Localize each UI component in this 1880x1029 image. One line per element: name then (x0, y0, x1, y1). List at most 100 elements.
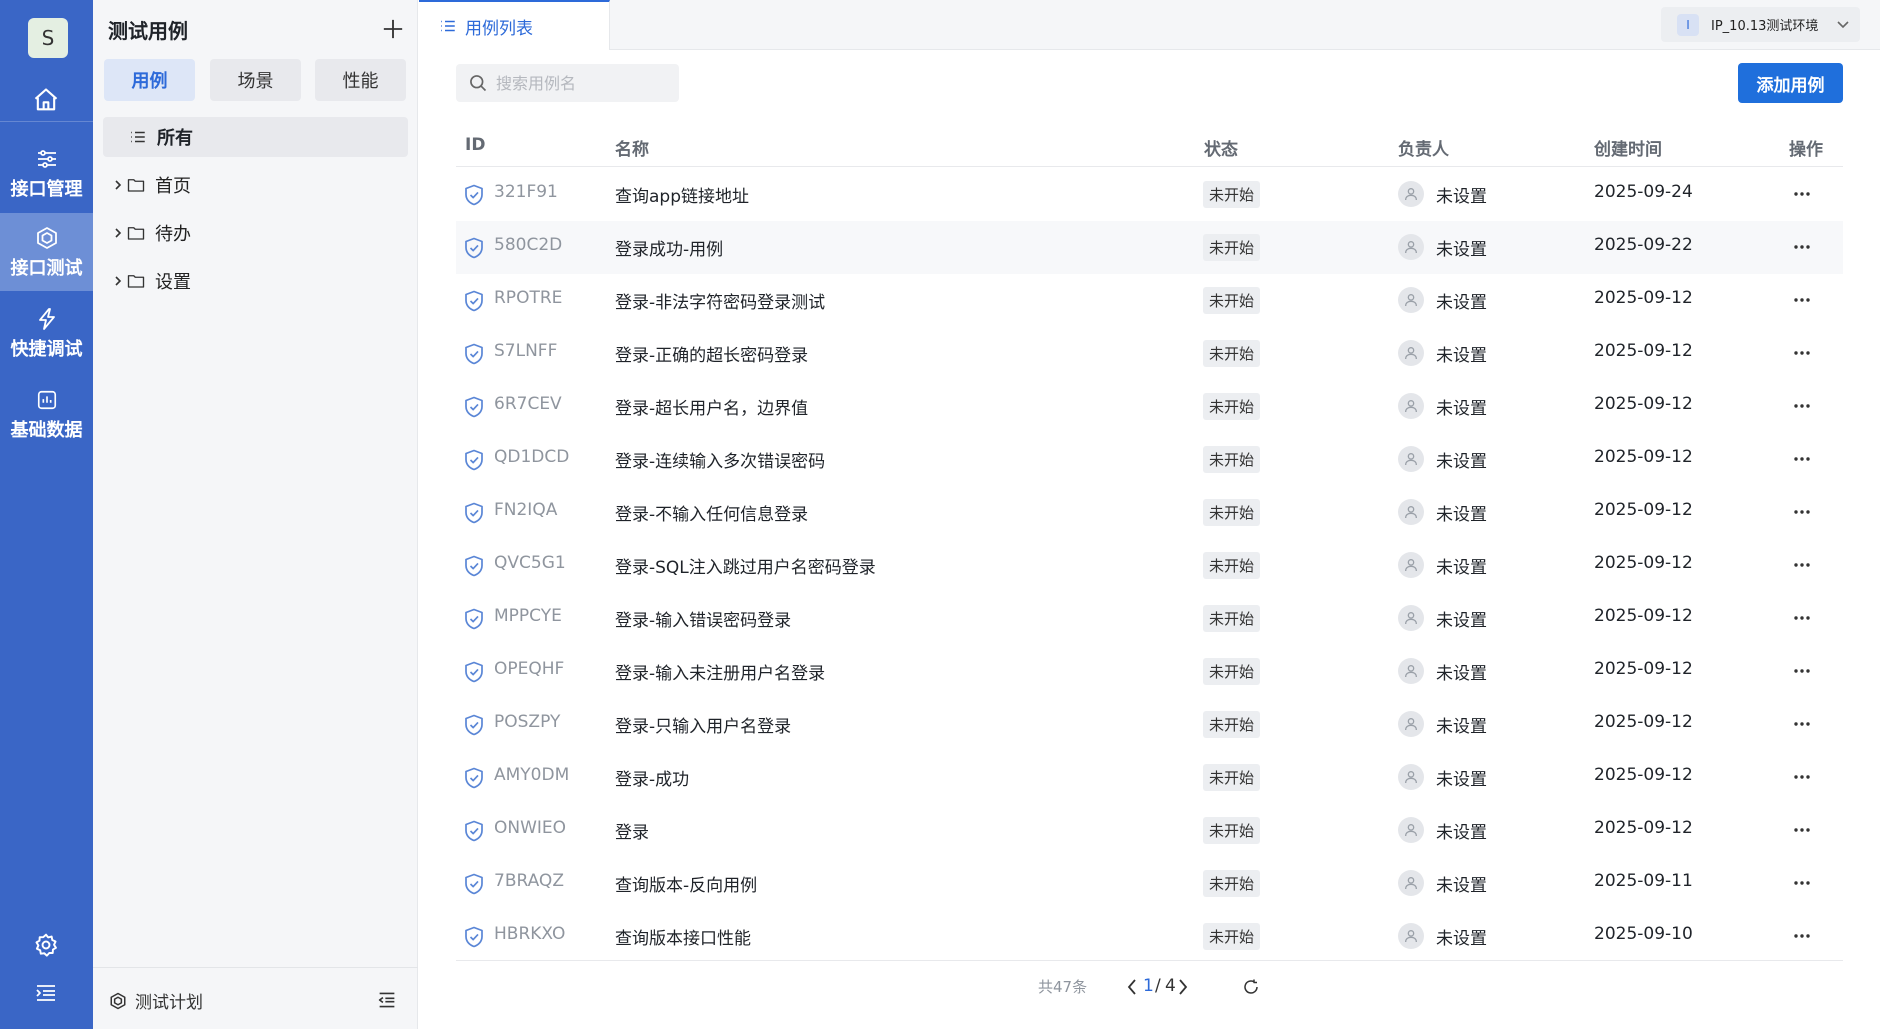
case-name[interactable]: 登录-只输入用户名登录 (615, 712, 791, 737)
status-badge[interactable]: 未开始 (1203, 711, 1261, 738)
owner-cell[interactable]: 未设置 (1398, 552, 1487, 578)
owner-cell[interactable]: 未设置 (1398, 393, 1487, 419)
case-name[interactable]: 登录 (615, 818, 649, 843)
table-row[interactable]: AMY0DM 登录-成功 未开始 未设置 2025-09-12 (456, 751, 1843, 804)
more-actions-icon[interactable] (1789, 235, 1815, 259)
more-actions-icon[interactable] (1789, 394, 1815, 418)
case-name[interactable]: 登录-连续输入多次错误密码 (615, 447, 825, 472)
more-actions-icon[interactable] (1789, 924, 1815, 948)
col-header-owner[interactable]: 负责人 (1398, 135, 1449, 160)
rail-item-api-management[interactable]: 接口管理 (0, 134, 93, 212)
case-id[interactable]: QVC5G1 (494, 553, 566, 573)
more-actions-icon[interactable] (1789, 871, 1815, 895)
status-badge[interactable]: 未开始 (1203, 658, 1261, 685)
status-badge[interactable]: 未开始 (1203, 181, 1261, 208)
status-badge[interactable]: 未开始 (1203, 499, 1261, 526)
col-header-created[interactable]: 创建时间 (1594, 135, 1662, 160)
more-actions-icon[interactable] (1789, 288, 1815, 312)
status-badge[interactable]: 未开始 (1203, 287, 1261, 314)
case-name[interactable]: 登录-不输入任何信息登录 (615, 500, 808, 525)
status-badge[interactable]: 未开始 (1203, 234, 1261, 261)
more-actions-icon[interactable] (1789, 765, 1815, 789)
rail-item-quick-debug[interactable]: 快捷调试 (0, 294, 93, 372)
tree-item-all[interactable]: 所有 (103, 117, 408, 157)
rail-item-api-testing[interactable]: 接口测试 (0, 213, 93, 291)
owner-cell[interactable]: 未设置 (1398, 658, 1487, 684)
status-badge[interactable]: 未开始 (1203, 340, 1261, 367)
case-name[interactable]: 查询app链接地址 (615, 182, 749, 207)
more-actions-icon[interactable] (1789, 818, 1815, 842)
owner-cell[interactable]: 未设置 (1398, 923, 1487, 949)
segment-scenario[interactable]: 场景 (210, 59, 301, 101)
case-id[interactable]: MPPCYE (494, 606, 562, 626)
chevron-right-icon[interactable] (1177, 976, 1191, 998)
add-case-button[interactable]: 添加用例 (1738, 63, 1843, 103)
test-plan-link[interactable]: 测试计划 (109, 988, 203, 1013)
table-row[interactable]: MPPCYE 登录-输入错误密码登录 未开始 未设置 2025-09-12 (456, 592, 1843, 645)
case-name[interactable]: 查询版本-反向用例 (615, 871, 757, 896)
more-actions-icon[interactable] (1789, 553, 1815, 577)
case-id[interactable]: HBRKXO (494, 924, 565, 944)
status-badge[interactable]: 未开始 (1203, 870, 1261, 897)
chevron-left-icon[interactable] (1126, 976, 1140, 998)
table-row[interactable]: POSZPY 登录-只输入用户名登录 未开始 未设置 2025-09-12 (456, 698, 1843, 751)
table-row[interactable]: FN2IQA 登录-不输入任何信息登录 未开始 未设置 2025-09-12 (456, 486, 1843, 539)
menu-toggle-icon[interactable] (31, 978, 61, 1008)
status-badge[interactable]: 未开始 (1203, 817, 1261, 844)
case-name[interactable]: 登录-超长用户名，边界值 (615, 394, 808, 419)
case-name[interactable]: 登录成功-用例 (615, 235, 723, 260)
search-input[interactable] (496, 73, 666, 93)
tab-case-list[interactable]: 用例列表 (419, 0, 610, 50)
table-row[interactable]: QVC5G1 登录-SQL注入跳过用户名密码登录 未开始 未设置 2025-09… (456, 539, 1843, 592)
segment-case[interactable]: 用例 (104, 59, 195, 101)
case-id[interactable]: 321F91 (494, 182, 558, 202)
chevron-right-icon[interactable] (111, 275, 125, 287)
chevron-right-icon[interactable] (111, 227, 125, 239)
case-name[interactable]: 登录-正确的超长密码登录 (615, 341, 808, 366)
table-row[interactable]: S7LNFF 登录-正确的超长密码登录 未开始 未设置 2025-09-12 (456, 327, 1843, 380)
col-header-name[interactable]: 名称 (615, 135, 649, 160)
table-row[interactable]: HBRKXO 查询版本接口性能 未开始 未设置 2025-09-10 (456, 910, 1843, 963)
more-actions-icon[interactable] (1789, 182, 1815, 206)
tree-node-home[interactable]: 首页 (111, 170, 191, 200)
more-actions-icon[interactable] (1789, 341, 1815, 365)
owner-cell[interactable]: 未设置 (1398, 870, 1487, 896)
owner-cell[interactable]: 未设置 (1398, 817, 1487, 843)
owner-cell[interactable]: 未设置 (1398, 287, 1487, 313)
current-page[interactable]: 1 (1143, 976, 1154, 996)
owner-cell[interactable]: 未设置 (1398, 181, 1487, 207)
status-badge[interactable]: 未开始 (1203, 552, 1261, 579)
case-name[interactable]: 登录-输入未注册用户名登录 (615, 659, 825, 684)
owner-cell[interactable]: 未设置 (1398, 764, 1487, 790)
table-row[interactable]: RPOTRE 登录-非法字符密码登录测试 未开始 未设置 2025-09-12 (456, 274, 1843, 327)
status-badge[interactable]: 未开始 (1203, 923, 1261, 950)
status-badge[interactable]: 未开始 (1203, 605, 1261, 632)
table-row[interactable]: 7BRAQZ 查询版本-反向用例 未开始 未设置 2025-09-11 (456, 857, 1843, 910)
case-id[interactable]: OPEQHF (494, 659, 564, 679)
table-row[interactable]: 321F91 查询app链接地址 未开始 未设置 2025-09-24 (456, 168, 1843, 221)
owner-cell[interactable]: 未设置 (1398, 446, 1487, 472)
case-id[interactable]: S7LNFF (494, 341, 557, 361)
owner-cell[interactable]: 未设置 (1398, 605, 1487, 631)
case-name[interactable]: 登录-成功 (615, 765, 689, 790)
case-id[interactable]: FN2IQA (494, 500, 557, 520)
settings-gear-icon[interactable] (31, 930, 61, 960)
more-actions-icon[interactable] (1789, 712, 1815, 736)
more-actions-icon[interactable] (1789, 500, 1815, 524)
case-name[interactable]: 登录-SQL注入跳过用户名密码登录 (615, 553, 876, 578)
case-id[interactable]: RPOTRE (494, 288, 562, 308)
table-row[interactable]: ONWIEO 登录 未开始 未设置 2025-09-12 (456, 804, 1843, 857)
segment-performance[interactable]: 性能 (315, 59, 406, 101)
add-plus-icon[interactable] (380, 16, 406, 42)
refresh-icon[interactable] (1240, 976, 1262, 998)
col-header-status[interactable]: 状态 (1204, 135, 1238, 160)
col-header-id[interactable]: ID (465, 135, 485, 155)
case-name[interactable]: 查询版本接口性能 (615, 924, 751, 949)
owner-cell[interactable]: 未设置 (1398, 499, 1487, 525)
environment-selector[interactable]: I IP_10.13测试环境 (1661, 7, 1860, 42)
status-badge[interactable]: 未开始 (1203, 393, 1261, 420)
tree-node-settings[interactable]: 设置 (111, 266, 191, 296)
owner-cell[interactable]: 未设置 (1398, 711, 1487, 737)
search-box[interactable] (456, 64, 679, 102)
status-badge[interactable]: 未开始 (1203, 764, 1261, 791)
